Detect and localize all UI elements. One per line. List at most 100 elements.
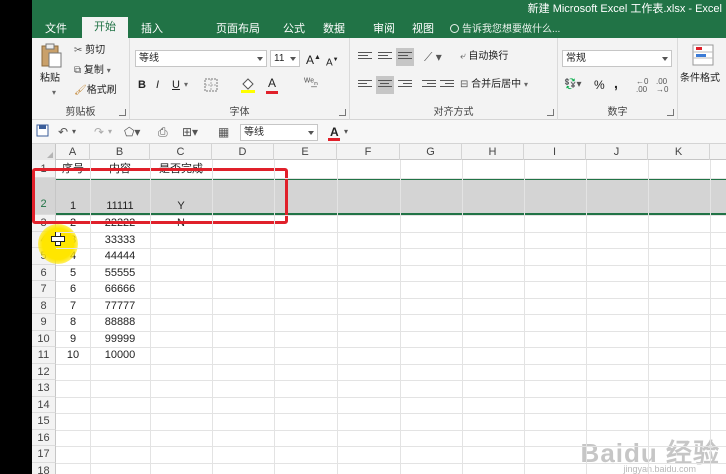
row-header-7[interactable]: 7: [32, 281, 56, 298]
data-cell-a[interactable]: 7: [56, 299, 90, 313]
align-right-icon[interactable]: [398, 80, 412, 92]
data-cell-c[interactable]: [150, 348, 212, 362]
select-all-corner[interactable]: [32, 144, 56, 160]
tell-me-box[interactable]: 告诉我您想要做什么...: [450, 20, 560, 35]
data-cell-c[interactable]: [150, 266, 212, 280]
number-format-combo[interactable]: 常规: [562, 50, 672, 67]
underline-button[interactable]: U: [172, 78, 180, 92]
column-header-k[interactable]: K: [648, 144, 710, 160]
align-left-icon[interactable]: [358, 80, 372, 92]
column-header-f[interactable]: F: [337, 144, 400, 160]
column-header-h[interactable]: H: [462, 144, 524, 160]
column-header-e[interactable]: E: [274, 144, 337, 160]
orientation-icon[interactable]: ⟋ ▾: [424, 50, 442, 64]
data-cell-c[interactable]: [150, 332, 212, 346]
data-cell-a[interactable]: 8: [56, 315, 90, 329]
increase-indent-icon[interactable]: [440, 80, 454, 92]
decrease-indent-icon[interactable]: [422, 80, 436, 92]
align-center-icon[interactable]: [378, 80, 392, 92]
align-middle-icon[interactable]: [378, 52, 392, 64]
number-launcher-icon[interactable]: [667, 109, 674, 116]
undo-dropdown-icon[interactable]: ▾: [72, 124, 76, 140]
column-header-c[interactable]: C: [150, 144, 212, 160]
fill-color-icon[interactable]: [240, 76, 256, 94]
data-cell-c[interactable]: [150, 282, 212, 296]
row-header-13[interactable]: 13: [32, 380, 56, 397]
data-cell-b[interactable]: 55555: [90, 266, 150, 280]
qat-customize-icon[interactable]: ▾: [344, 124, 348, 140]
border-icon[interactable]: [204, 78, 218, 92]
cut-button[interactable]: ✂ 剪切: [74, 44, 105, 58]
phonetic-icon[interactable]: ᵂᵉ̲ₙ: [304, 76, 318, 90]
paste-dropdown-icon[interactable]: ▾: [52, 86, 56, 100]
tab-page-layout[interactable]: 页面布局: [210, 20, 266, 38]
column-header-j[interactable]: J: [586, 144, 648, 160]
data-cell-b[interactable]: 10000: [90, 348, 150, 362]
tab-data[interactable]: 数据: [318, 20, 350, 38]
tab-review[interactable]: 审阅: [368, 20, 400, 38]
data-cell-b[interactable]: 88888: [90, 315, 150, 329]
redo-icon[interactable]: ↷: [94, 124, 104, 140]
undo-icon[interactable]: ↶: [58, 124, 68, 140]
alignment-launcher-icon[interactable]: [547, 109, 554, 116]
underline-dropdown-icon[interactable]: ▾: [184, 78, 188, 92]
row-header-18[interactable]: 18: [32, 462, 56, 474]
grow-font-button[interactable]: A▲: [306, 51, 321, 67]
clipboard-launcher-icon[interactable]: [119, 109, 126, 116]
bold-button[interactable]: B: [138, 78, 146, 92]
column-header-b[interactable]: B: [90, 144, 150, 160]
data-cell-c[interactable]: [150, 299, 212, 313]
save-icon[interactable]: [36, 124, 49, 140]
data-cell-a[interactable]: 10: [56, 348, 90, 362]
decrease-decimal-icon[interactable]: .00 →0: [656, 78, 668, 94]
align-bottom-icon[interactable]: [398, 52, 412, 64]
column-header-i[interactable]: I: [524, 144, 586, 160]
paste-button[interactable]: 粘贴: [40, 72, 60, 86]
row-header-12[interactable]: 12: [32, 363, 56, 380]
row-header-6[interactable]: 6: [32, 264, 56, 281]
redo-dropdown-icon[interactable]: ▾: [108, 124, 112, 140]
row-header-17[interactable]: 17: [32, 446, 56, 463]
font-name-combo[interactable]: 等线: [135, 50, 267, 67]
italic-button[interactable]: I: [156, 78, 159, 92]
font-launcher-icon[interactable]: [339, 109, 346, 116]
table-icon[interactable]: ▦: [218, 124, 229, 140]
data-cell-b[interactable]: 77777: [90, 299, 150, 313]
wrap-text-button[interactable]: ⤶ 自动换行: [460, 50, 508, 64]
data-cell-c[interactable]: [150, 315, 212, 329]
shrink-font-button[interactable]: A▼: [326, 53, 339, 70]
row-header-11[interactable]: 11: [32, 347, 56, 364]
format-painter-button[interactable]: 🖌格式刷: [74, 84, 117, 98]
currency-icon[interactable]: 💱▾: [564, 78, 581, 92]
tab-view[interactable]: 视图: [407, 20, 439, 38]
data-cell-c[interactable]: [150, 233, 212, 247]
border-qat-icon[interactable]: ⊞▾: [182, 124, 198, 140]
row-header-8[interactable]: 8: [32, 297, 56, 314]
merge-center-button[interactable]: ⊟ 合并后居中 ▾: [460, 78, 528, 92]
qat-font-combo[interactable]: 等线: [240, 124, 318, 141]
row-header-14[interactable]: 14: [32, 396, 56, 413]
align-top-icon[interactable]: [358, 52, 372, 64]
tab-home[interactable]: 开始: [82, 17, 128, 38]
row-header-16[interactable]: 16: [32, 429, 56, 446]
data-cell-a[interactable]: 6: [56, 282, 90, 296]
column-header-a[interactable]: A: [56, 144, 90, 160]
font-color-button[interactable]: A: [268, 76, 276, 90]
data-cell-b[interactable]: 44444: [90, 249, 150, 263]
data-cell-a[interactable]: 5: [56, 266, 90, 280]
data-cell-b[interactable]: 66666: [90, 282, 150, 296]
shape-icon[interactable]: ⬠▾: [124, 124, 140, 140]
row-header-10[interactable]: 10: [32, 330, 56, 347]
copy-button[interactable]: ⧉ 复制 ▾: [74, 64, 111, 78]
print-preview-icon[interactable]: ⎙: [158, 124, 168, 140]
tab-file[interactable]: 文件: [40, 20, 72, 38]
increase-decimal-icon[interactable]: ←0.00: [636, 78, 648, 94]
tab-insert[interactable]: 插入: [134, 20, 170, 38]
column-header-d[interactable]: D: [212, 144, 274, 160]
data-cell-b[interactable]: 33333: [90, 233, 150, 247]
percent-button[interactable]: %: [594, 78, 605, 92]
row-header-9[interactable]: 9: [32, 314, 56, 331]
data-cell-c[interactable]: [150, 249, 212, 263]
column-header-g[interactable]: G: [400, 144, 462, 160]
spreadsheet-grid[interactable]: ABCDEFGHIJK 123456789101112131415161718 …: [32, 144, 726, 474]
